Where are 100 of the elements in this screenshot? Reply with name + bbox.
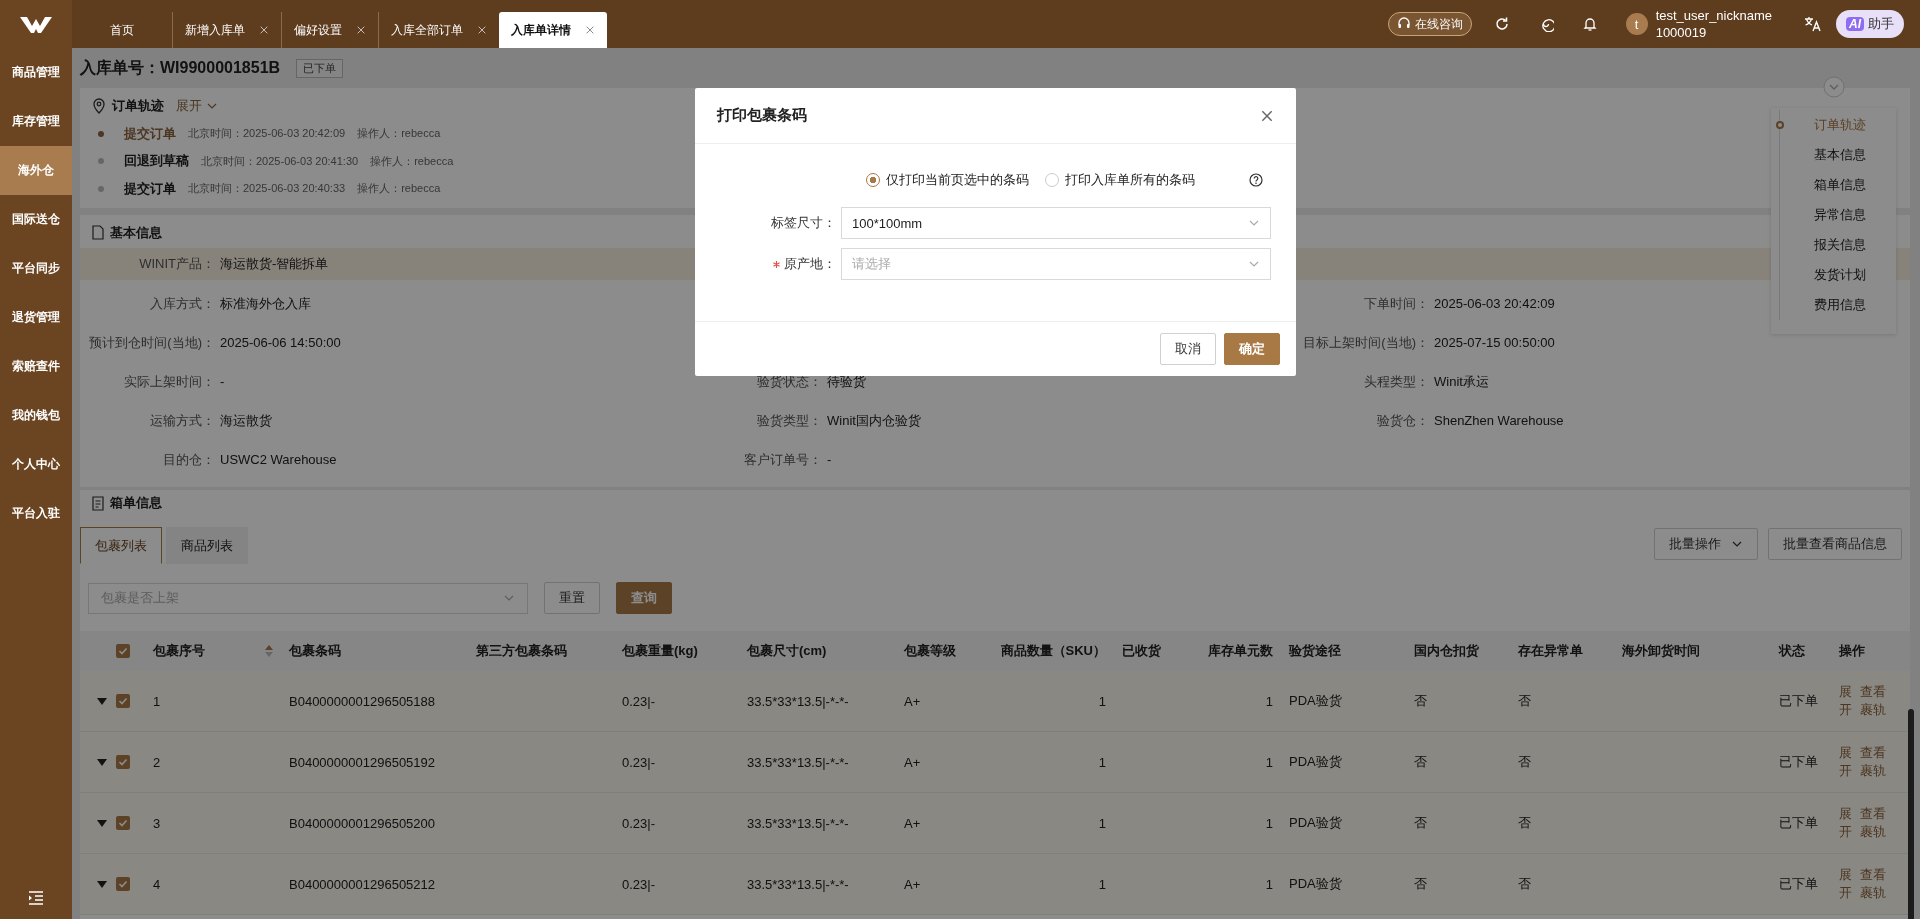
event-operator: 操作人：rebecca	[357, 181, 441, 197]
action-button[interactable]: 批量操作	[1654, 528, 1758, 560]
table-link[interactable]: 查看裹轨	[1860, 744, 1886, 780]
table-cell: 否	[1414, 692, 1427, 710]
close-icon[interactable]	[477, 25, 487, 35]
page-title: 入库单号：WI9900001851B	[80, 57, 281, 78]
field-label: 验货类型：	[756, 411, 822, 430]
reset-button[interactable]: 重置	[544, 582, 600, 614]
table-cell: 1	[1265, 754, 1273, 770]
table-cell: 0.23|-	[622, 876, 655, 892]
table-cell: 否	[1518, 753, 1531, 771]
sidebar-item[interactable]: 个人中心	[0, 440, 72, 489]
tab[interactable]: 商品列表	[166, 527, 248, 564]
table-cell: 33.5*33*13.5|-*-*-	[747, 754, 849, 770]
field-label: 运输方式：	[149, 411, 215, 430]
close-icon[interactable]	[259, 25, 269, 35]
table-cell: 已下单	[1779, 875, 1818, 893]
column-header: 包裹尺寸(cm)	[747, 642, 827, 660]
sidebar-item[interactable]: 商品管理	[0, 48, 72, 97]
table-link[interactable]: 查看裹轨	[1860, 805, 1886, 841]
logo-icon	[19, 15, 53, 35]
radio-option[interactable]: 打印入库单所有的条码	[1045, 171, 1195, 189]
table-cell: 1	[153, 693, 161, 709]
caret-icon[interactable]	[97, 697, 107, 705]
caret-icon[interactable]	[97, 819, 107, 827]
user-name[interactable]: test_user_nickname	[1655, 7, 1772, 24]
field-value: 标准海外仓入库	[220, 294, 311, 313]
checkbox[interactable]	[116, 755, 130, 769]
field-label: 验货仓：	[1376, 411, 1429, 430]
table-link[interactable]: 展开	[1839, 805, 1852, 841]
translate-icon[interactable]	[1804, 16, 1822, 32]
table-link[interactable]: 展开	[1839, 744, 1852, 780]
field-label: 客户订单号：	[743, 450, 822, 469]
sidebar-item[interactable]: 国际送仓	[0, 195, 72, 244]
assistant-button[interactable]: AI 助手	[1836, 10, 1904, 38]
caret-icon[interactable]	[97, 758, 107, 766]
anchor-link[interactable]: 报关信息	[1779, 230, 1896, 260]
checkbox[interactable]	[116, 816, 130, 830]
close-icon[interactable]	[585, 25, 595, 35]
sidebar-item[interactable]: 退货管理	[0, 293, 72, 342]
bell-icon[interactable]	[1581, 16, 1598, 32]
select-field[interactable]: 100*100mm	[841, 207, 1271, 239]
avatar[interactable]: t	[1625, 13, 1648, 35]
close-icon[interactable]	[1260, 108, 1274, 123]
tab[interactable]: 包裹列表	[80, 527, 162, 564]
help-icon[interactable]	[1249, 173, 1263, 187]
field-label: 目标上架时间(当地)：	[1302, 333, 1429, 352]
column-header: 操作	[1839, 642, 1865, 660]
table-cell: 2	[153, 754, 161, 770]
cancel-button[interactable]: 取消	[1160, 333, 1216, 365]
scrollbar[interactable]	[1908, 709, 1914, 919]
event-time: 北京时间：2025-06-03 20:40:33	[188, 181, 346, 197]
sidebar-item[interactable]: 平台入驻	[0, 489, 72, 538]
field-value: -	[827, 452, 832, 467]
field-label: 原产地：	[784, 255, 836, 273]
anchor-link[interactable]: 箱单信息	[1779, 170, 1896, 200]
anchor-link[interactable]: 订单轨迹	[1779, 110, 1896, 140]
sidebar-item[interactable]: 海外仓	[0, 146, 72, 195]
sidebar-item[interactable]: 库存管理	[0, 97, 72, 146]
column-header: 已收货	[1122, 642, 1161, 660]
field-label: 预计到仓时间(当地)：	[88, 333, 215, 352]
expand-toggle[interactable]: 展开	[176, 97, 218, 115]
action-button[interactable]: 批量查看商品信息	[1768, 528, 1902, 560]
close-icon[interactable]	[356, 25, 366, 35]
consult-button[interactable]: 在线咨询	[1387, 12, 1472, 36]
checkbox[interactable]	[116, 644, 130, 658]
section-title: 箱单信息	[110, 494, 162, 512]
table-cell: 3	[153, 815, 161, 831]
anchor-link[interactable]: 发货计划	[1779, 260, 1896, 290]
table-cell: 1	[1098, 876, 1106, 892]
checkbox[interactable]	[116, 877, 130, 891]
table-link[interactable]: 展开	[1839, 866, 1852, 902]
anchor-link[interactable]: 异常信息	[1779, 200, 1896, 230]
caret-icon[interactable]	[97, 880, 107, 888]
sidebar-item[interactable]: 索赔查件	[0, 342, 72, 391]
table-link[interactable]: 查看裹轨	[1860, 683, 1886, 719]
anchor-link[interactable]: 基本信息	[1779, 140, 1896, 170]
table-cell: 0.23|-	[622, 815, 655, 831]
sort-icon[interactable]	[265, 645, 273, 657]
tab[interactable]: 入库单详情	[499, 12, 607, 48]
table-cell: 否	[1414, 753, 1427, 771]
refresh-icon[interactable]	[1493, 16, 1510, 32]
event-time: 北京时间：2025-06-03 20:41:30	[201, 153, 359, 169]
field-label: 头程类型：	[1363, 372, 1429, 391]
tab[interactable]: 入库全部订单	[379, 12, 499, 48]
sidebar-item[interactable]: 我的钱包	[0, 391, 72, 440]
field-value: 海运散货	[220, 411, 272, 430]
checkbox[interactable]	[116, 694, 130, 708]
anchor-link[interactable]: 费用信息	[1779, 290, 1896, 320]
sidebar-item[interactable]: 平台同步	[0, 244, 72, 293]
field-label: 下单时间：	[1363, 294, 1429, 313]
table-cell: 否	[1518, 814, 1531, 832]
table-cell: B0400000001296505188	[289, 693, 436, 709]
table-link[interactable]: 展开	[1839, 683, 1852, 719]
confirm-button[interactable]: 确定	[1224, 333, 1280, 365]
radio-option[interactable]: 仅打印当前页选中的条码	[866, 171, 1029, 189]
table-link[interactable]: 查看裹轨	[1860, 866, 1886, 902]
list-document-icon	[92, 495, 104, 511]
table-cell: 否	[1518, 875, 1531, 893]
table-cell: 0.23|-	[622, 693, 655, 709]
